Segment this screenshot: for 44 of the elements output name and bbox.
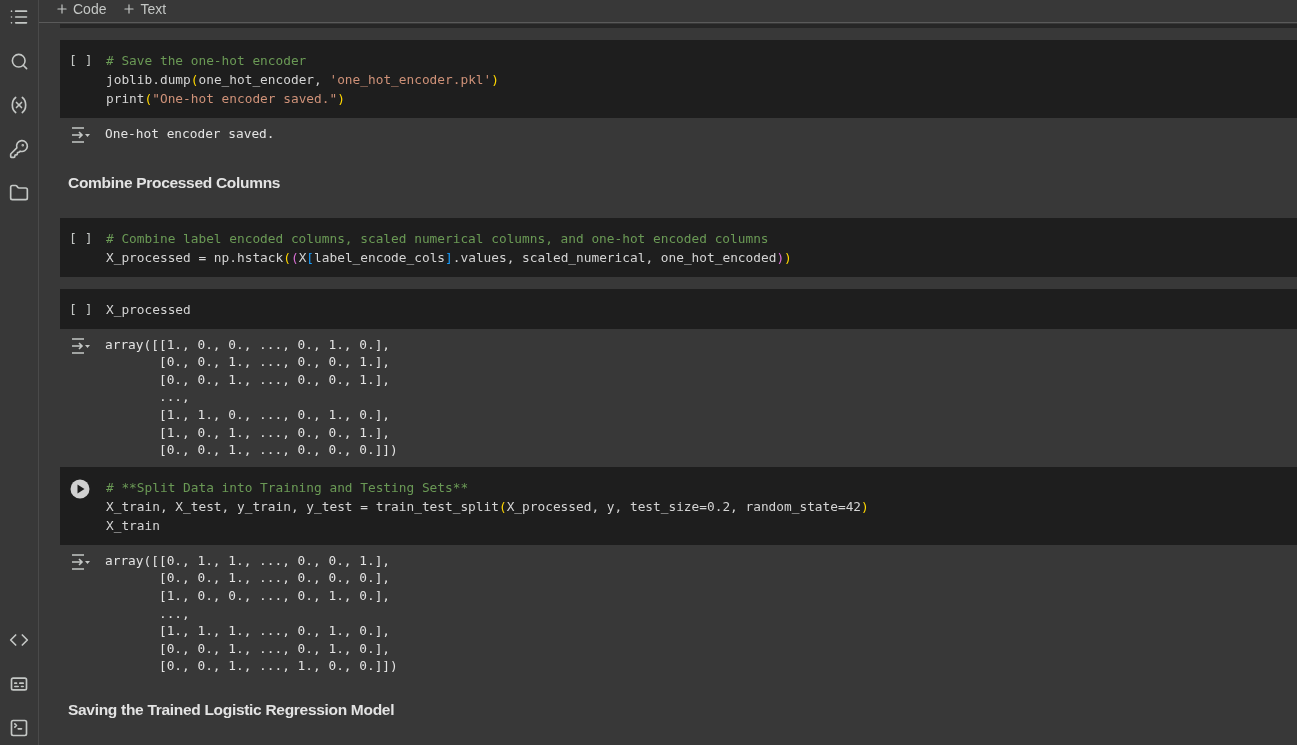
output-line: [1., 1., 1., ..., 0., 1., 0.],	[157, 622, 392, 640]
plus-icon	[122, 2, 137, 16]
code-line: X_train, X_test, y_train, y_test = train_test_split(X_processed, y, test_size=0.2, random_state=42)	[106, 497, 869, 516]
code-line: # **Split Data into Training and Testing Sets**	[106, 478, 470, 497]
output-line: ...,	[157, 604, 191, 623]
output-line: [1., 0., 0., ..., 0., 1., 0.],	[157, 587, 392, 605]
output-line: [0., 0., 1., ..., 0., 0., 0.]])	[157, 441, 398, 459]
code-cell[interactable]: [ ] # Combine label encoded columns, scaled numerical columns, and one-hot encoded columns X_processed = np.hstack((X[label_encode_cols].values, scaled_numerical, one_hot_encoded))	[60, 217, 1297, 277]
output-toggle-icon[interactable]	[70, 552, 92, 571]
output-toggle-icon[interactable]	[70, 125, 92, 144]
code-line: joblib.dump(one_hot_encoder, 'one_hot_encoder.pkl')	[106, 70, 499, 89]
output-toggle-icon[interactable]	[70, 336, 92, 355]
output-line: One-hot encoder saved.	[105, 124, 275, 143]
output-line: [1., 1., 0., ..., 0., 1., 0.],	[157, 406, 392, 424]
add-cell-button[interactable]: Code	[55, 1, 107, 17]
code-line: # Save the one-hot encoder	[106, 51, 308, 70]
output-line: [0., 0., 1., ..., 1., 0., 0.]])	[157, 657, 398, 675]
code-line: X_train	[106, 516, 161, 535]
run-cell-icon[interactable]	[70, 478, 90, 499]
terminal-icon[interactable]	[8, 717, 30, 739]
output-line: [0., 0., 1., ..., 0., 0., 1.],	[157, 353, 392, 371]
section-heading: Combine Processed Columns	[67, 172, 282, 193]
code-cell[interactable]: # **Split Data into Training and Testing Sets** X_train, X_test, y_train, y_test = train_test_split(X_processed, y, test_size=0.2, random_state=42) X_train	[60, 466, 1297, 545]
code-cell[interactable]: [ ] X_processed	[60, 288, 1297, 329]
cell-prompt[interactable]: [ ]	[60, 228, 106, 267]
plus-icon	[55, 2, 69, 16]
key-icon[interactable]	[8, 138, 30, 160]
code-line: # Combine label encoded columns, scaled numerical columns, and one-hot encoded columns	[106, 229, 770, 248]
output-line: array([[1., 0., 0., ..., 0., 1., 0.],	[105, 335, 392, 354]
cell-prompt[interactable]: [ ]	[60, 50, 106, 108]
folder-icon[interactable]	[8, 182, 30, 204]
code-line: X_processed	[106, 300, 191, 319]
output-line: [0., 0., 1., ..., 0., 0., 0.],	[157, 569, 392, 588]
code-line: print("One-hot encoder saved.")	[106, 89, 346, 108]
section-heading: Saving the Trained Logistic Regression Model	[67, 700, 396, 720]
output-line: [0., 0., 1., ..., 0., 1., 0.],	[157, 639, 392, 658]
cell-prompt[interactable]: [ ]	[60, 299, 106, 319]
code-line: X_processed = np.hstack((X[label_encode_cols].values, scaled_numerical, one_hot_encoded))	[106, 248, 792, 267]
output-line: ...,	[157, 388, 191, 407]
output-line: [0., 0., 1., ..., 0., 0., 1.],	[157, 370, 392, 389]
code-cell[interactable]: [ ] # Save the one-hot encoder joblib.dump(one_hot_encoder, 'one_hot_encoder.pkl') print("One-hot encoder saved.")	[60, 39, 1297, 118]
output-line: array([[0., 1., 1., ..., 0., 0., 1.],	[105, 551, 392, 570]
add-cell-button[interactable]: Text	[122, 1, 167, 17]
output-line: [1., 0., 1., ..., 0., 0., 1.],	[157, 423, 392, 442]
